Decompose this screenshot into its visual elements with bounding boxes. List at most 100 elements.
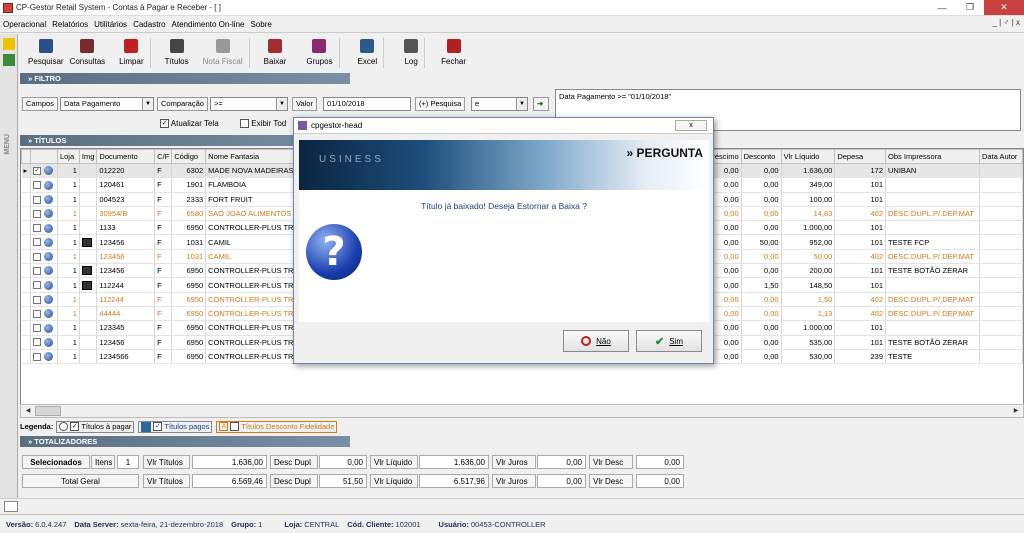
scroll-left-icon[interactable]: ◀ xyxy=(22,405,34,417)
cell-codigo[interactable]: 6950 xyxy=(171,292,207,307)
row-checkbox[interactable] xyxy=(32,324,41,333)
cell-img[interactable] xyxy=(79,292,98,307)
cell-img[interactable] xyxy=(79,263,98,279)
cell-vlr-liquido[interactable]: 530,00 xyxy=(781,349,836,365)
col-obs-impressora[interactable]: Obs Impressora xyxy=(885,149,980,164)
row-check[interactable] xyxy=(30,277,58,293)
cell-img[interactable] xyxy=(79,335,98,350)
menu-atendimento[interactable]: Atendimento On-line xyxy=(169,20,248,29)
cell-cf[interactable]: F xyxy=(154,263,173,279)
cell-depesa[interactable]: 101 xyxy=(834,192,887,207)
comparacao-button[interactable]: Comparação xyxy=(157,97,208,111)
legend-fidelidade[interactable]: A Títulos Desconto Fidelidade xyxy=(216,420,338,433)
cell-depesa[interactable]: 101 xyxy=(834,335,887,350)
row-checkbox[interactable] xyxy=(32,281,41,290)
cell-img[interactable] xyxy=(79,277,98,293)
cell-data-autor[interactable] xyxy=(979,292,1023,307)
cell-desconto[interactable]: 0,00 xyxy=(741,292,782,307)
row-check[interactable] xyxy=(30,234,58,250)
cell-cf[interactable]: F xyxy=(154,335,173,350)
cell-depesa[interactable]: 101 xyxy=(834,220,887,236)
cell-img[interactable] xyxy=(79,249,98,265)
row-checkbox[interactable] xyxy=(32,352,41,361)
cell-data-autor[interactable] xyxy=(979,349,1023,365)
col-vlr-liquido[interactable]: Vlr Líquido xyxy=(780,149,836,164)
nao-button[interactable]: Não xyxy=(563,330,629,352)
cell-codigo[interactable]: 6950 xyxy=(171,220,207,236)
cell-vlr-liquido[interactable]: 200,00 xyxy=(781,263,836,279)
row-indicator[interactable] xyxy=(21,206,31,222)
campos-select[interactable]: Data Pagamento ▼ xyxy=(60,97,154,111)
restore-button[interactable]: ❐ xyxy=(956,0,984,15)
col-desconto[interactable]: Desconto xyxy=(740,149,782,164)
cell-cf[interactable]: F xyxy=(154,163,173,179)
cell-documento[interactable]: 1133 xyxy=(96,220,156,236)
sidebar-menu-label[interactable]: MENU xyxy=(4,134,11,155)
cell-vlr-liquido[interactable]: 1,50 xyxy=(781,292,836,307)
cell-depesa[interactable]: 101 xyxy=(834,277,887,293)
col-data-autor[interactable]: Data Autor xyxy=(978,149,1023,164)
cell-documento[interactable]: 44444 xyxy=(96,306,156,322)
cell-cf[interactable]: F xyxy=(154,192,173,207)
row-checkbox[interactable]: ✓ xyxy=(32,166,41,175)
cell-img[interactable] xyxy=(79,177,98,193)
menu-cadastro[interactable]: Cadastro xyxy=(130,20,168,29)
row-indicator[interactable] xyxy=(21,192,31,207)
row-indicator[interactable] xyxy=(21,220,31,236)
grupos-button[interactable]: Grupos xyxy=(306,34,333,66)
atualizar-tela-option[interactable]: ✓ Atualizar Tela xyxy=(160,119,219,129)
cell-documento[interactable]: 123456 xyxy=(96,234,156,250)
sim-button[interactable]: ✔ Sim xyxy=(636,330,702,352)
row-checkbox[interactable] xyxy=(32,181,41,190)
row-check[interactable] xyxy=(30,292,58,307)
row-check[interactable] xyxy=(30,220,58,236)
cell-loja[interactable]: 1 xyxy=(57,177,80,193)
cell-vlr-liquido[interactable]: 50,00 xyxy=(781,249,836,265)
row-indicator[interactable] xyxy=(21,277,31,293)
cell-documento[interactable]: 123456 xyxy=(96,335,156,350)
cell-cf[interactable]: F xyxy=(154,277,173,293)
row-checkbox[interactable] xyxy=(32,195,41,204)
scroll-thumb[interactable] xyxy=(35,406,61,416)
row-checkbox[interactable] xyxy=(32,309,41,318)
cell-img[interactable] xyxy=(79,234,98,250)
cell-data-autor[interactable] xyxy=(979,335,1023,350)
cell-cf[interactable]: F xyxy=(154,177,173,193)
cell-desconto[interactable]: 0,00 xyxy=(741,320,782,336)
cell-obs[interactable]: TESTE BOTÃO ZERAR xyxy=(885,335,980,350)
row-indicator[interactable] xyxy=(21,177,31,193)
cell-vlr-liquido[interactable]: 1,13 xyxy=(781,306,836,322)
cell-codigo[interactable]: 6950 xyxy=(171,277,207,293)
cell-vlr-liquido[interactable]: 14,83 xyxy=(781,206,836,222)
col-img[interactable]: Img xyxy=(78,149,98,164)
cell-desconto[interactable]: 0,00 xyxy=(741,249,782,265)
cell-desconto[interactable]: 0,00 xyxy=(741,163,782,179)
cell-documento[interactable]: 120461 xyxy=(96,177,156,193)
cell-cf[interactable]: F xyxy=(154,234,173,250)
cell-depesa[interactable]: 101 xyxy=(834,234,887,250)
row-indicator[interactable] xyxy=(21,249,31,265)
mdi-controls[interactable]: _ | ♂ | x xyxy=(993,18,1021,27)
cell-desconto[interactable]: 0,00 xyxy=(741,192,782,207)
cell-cf[interactable]: F xyxy=(154,292,173,307)
minimize-button[interactable]: — xyxy=(928,0,956,15)
horizontal-scrollbar[interactable]: ◀ ▶ xyxy=(20,404,1024,418)
col-documento[interactable]: Documento xyxy=(96,149,156,164)
scroll-right-icon[interactable]: ▶ xyxy=(1010,405,1022,417)
cell-loja[interactable]: 1 xyxy=(57,263,80,279)
cell-codigo[interactable]: 6302 xyxy=(171,163,207,179)
window-tab-icon[interactable] xyxy=(4,501,18,512)
cell-loja[interactable]: 1 xyxy=(57,292,80,307)
cell-loja[interactable]: 1 xyxy=(57,249,80,265)
cell-obs[interactable]: TESTE xyxy=(885,349,980,365)
row-checkbox[interactable] xyxy=(32,266,41,275)
cell-obs[interactable]: DESC.DUPL.P/.DEP.MAT xyxy=(885,306,980,322)
cell-codigo[interactable]: 6950 xyxy=(171,320,207,336)
cell-cf[interactable]: F xyxy=(154,349,173,365)
cell-cf[interactable]: F xyxy=(154,306,173,322)
cell-data-autor[interactable] xyxy=(979,206,1023,222)
menu-utilitarios[interactable]: Utilitários xyxy=(91,20,130,29)
cell-data-autor[interactable] xyxy=(979,163,1023,179)
cell-data-autor[interactable] xyxy=(979,177,1023,193)
cell-vlr-liquido[interactable]: 148,50 xyxy=(781,277,836,293)
